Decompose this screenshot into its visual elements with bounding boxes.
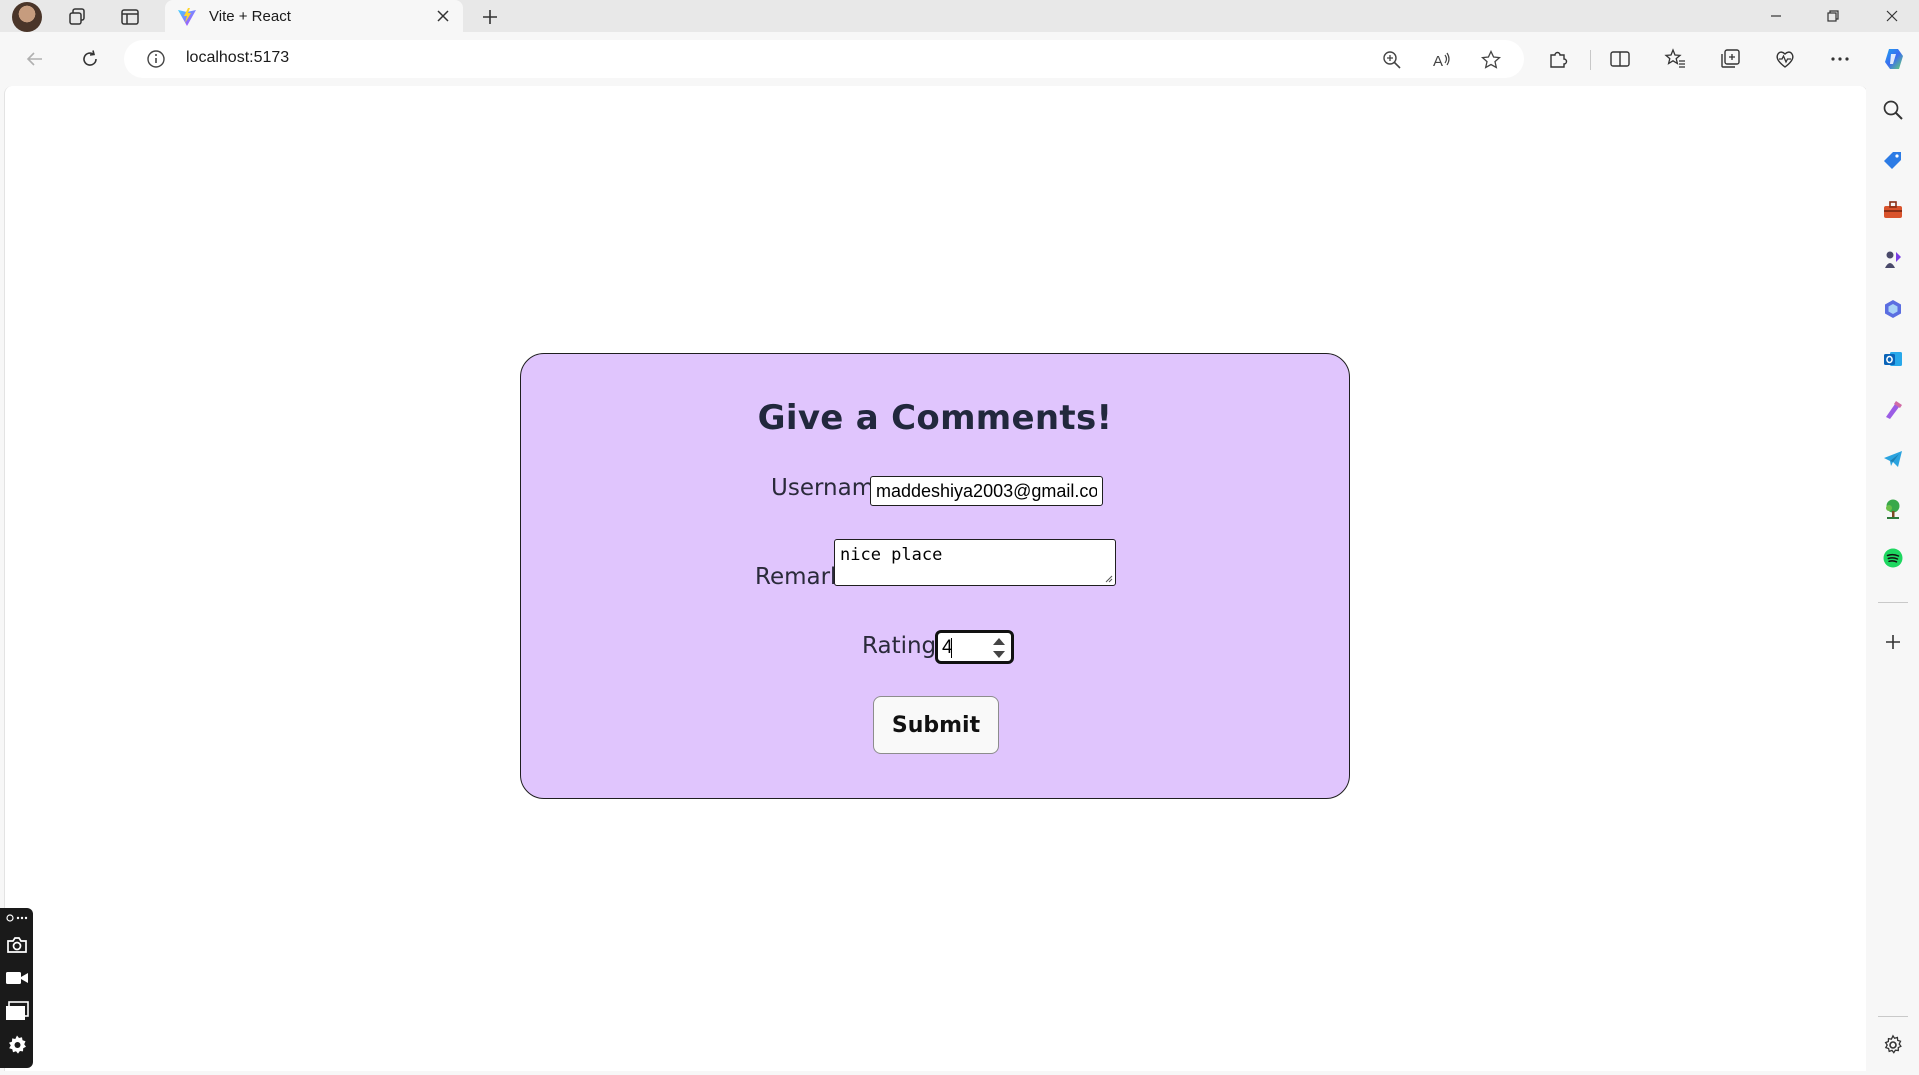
site-info-icon[interactable] bbox=[146, 49, 166, 74]
new-tab-icon[interactable] bbox=[478, 5, 502, 29]
toolbox-icon[interactable] bbox=[1880, 197, 1906, 223]
comment-form-card: Give a Comments! Username Remark nice pl… bbox=[520, 353, 1350, 799]
remark-label: Remark bbox=[755, 564, 844, 590]
svg-text:A: A bbox=[1433, 53, 1443, 70]
tab-title: Vite + React bbox=[209, 8, 291, 25]
toolbar-divider bbox=[1590, 50, 1591, 70]
camera-icon[interactable] bbox=[4, 932, 29, 957]
browser-essentials-icon[interactable] bbox=[1771, 45, 1799, 73]
add-icon[interactable] bbox=[1880, 629, 1906, 655]
rating-number-input[interactable]: 4 bbox=[935, 630, 1014, 664]
tab-active[interactable]: Vite + React bbox=[165, 0, 463, 32]
zoom-icon[interactable] bbox=[1380, 48, 1404, 72]
video-icon[interactable] bbox=[4, 965, 29, 990]
games-icon[interactable] bbox=[1880, 247, 1906, 273]
vite-logo-icon bbox=[177, 7, 197, 32]
form-heading: Give a Comments! bbox=[757, 398, 1113, 438]
shopping-tag-icon[interactable] bbox=[1880, 147, 1906, 173]
vertical-tabs-icon[interactable] bbox=[119, 6, 141, 28]
address-bar[interactable]: localhost:5173 A bbox=[124, 40, 1524, 78]
capture-settings-icon[interactable] bbox=[4, 1032, 29, 1057]
telegram-icon[interactable] bbox=[1880, 446, 1906, 472]
page-viewport: Give a Comments! Username Remark nice pl… bbox=[4, 86, 1868, 1071]
outlook-icon[interactable] bbox=[1880, 346, 1906, 372]
close-window-icon[interactable] bbox=[1865, 0, 1919, 32]
sidebar-divider-bottom bbox=[1878, 1016, 1908, 1017]
remark-text: nice place bbox=[840, 545, 943, 565]
text-caret bbox=[951, 638, 952, 658]
designer-icon[interactable] bbox=[1880, 396, 1906, 422]
submit-button[interactable]: Submit bbox=[873, 696, 999, 754]
more-menu-icon[interactable] bbox=[1826, 45, 1854, 73]
extensions-icon[interactable] bbox=[1544, 45, 1572, 73]
capture-toolbar bbox=[0, 908, 33, 1068]
url-text: localhost:5173 bbox=[186, 49, 290, 66]
microsoft-365-icon[interactable] bbox=[1880, 296, 1906, 322]
tree-icon[interactable] bbox=[1880, 496, 1906, 522]
resize-grip-icon[interactable] bbox=[1104, 574, 1113, 583]
spotify-icon[interactable] bbox=[1880, 545, 1906, 571]
favorites-icon[interactable] bbox=[1661, 45, 1689, 73]
restore-icon[interactable] bbox=[1806, 0, 1860, 32]
username-input[interactable] bbox=[870, 476, 1103, 506]
favorite-star-icon[interactable] bbox=[1479, 48, 1503, 72]
profile-avatar[interactable] bbox=[12, 2, 42, 32]
close-tab-icon[interactable] bbox=[433, 6, 453, 26]
workspaces-icon[interactable] bbox=[66, 6, 88, 28]
collections-icon[interactable] bbox=[1716, 45, 1744, 73]
edge-sidebar bbox=[1866, 86, 1919, 1075]
navigation-bar: localhost:5173 A bbox=[0, 32, 1919, 86]
read-aloud-icon[interactable]: A bbox=[1430, 48, 1454, 72]
back-arrow-icon[interactable] bbox=[21, 45, 49, 73]
minimize-icon[interactable] bbox=[1749, 0, 1803, 32]
spinner-arrows-icon[interactable] bbox=[991, 635, 1007, 661]
rating-label: Rating bbox=[862, 633, 937, 659]
window-icon[interactable] bbox=[4, 998, 29, 1023]
title-bar: Vite + React bbox=[0, 0, 1919, 32]
pin-icon[interactable] bbox=[4, 910, 29, 926]
settings-icon[interactable] bbox=[1880, 1032, 1906, 1058]
copilot-icon[interactable] bbox=[1880, 45, 1908, 73]
refresh-icon[interactable] bbox=[76, 45, 104, 73]
search-icon[interactable] bbox=[1880, 97, 1906, 123]
remark-textarea[interactable]: nice place bbox=[834, 539, 1116, 586]
sidebar-divider bbox=[1878, 602, 1908, 603]
split-screen-icon[interactable] bbox=[1606, 45, 1634, 73]
